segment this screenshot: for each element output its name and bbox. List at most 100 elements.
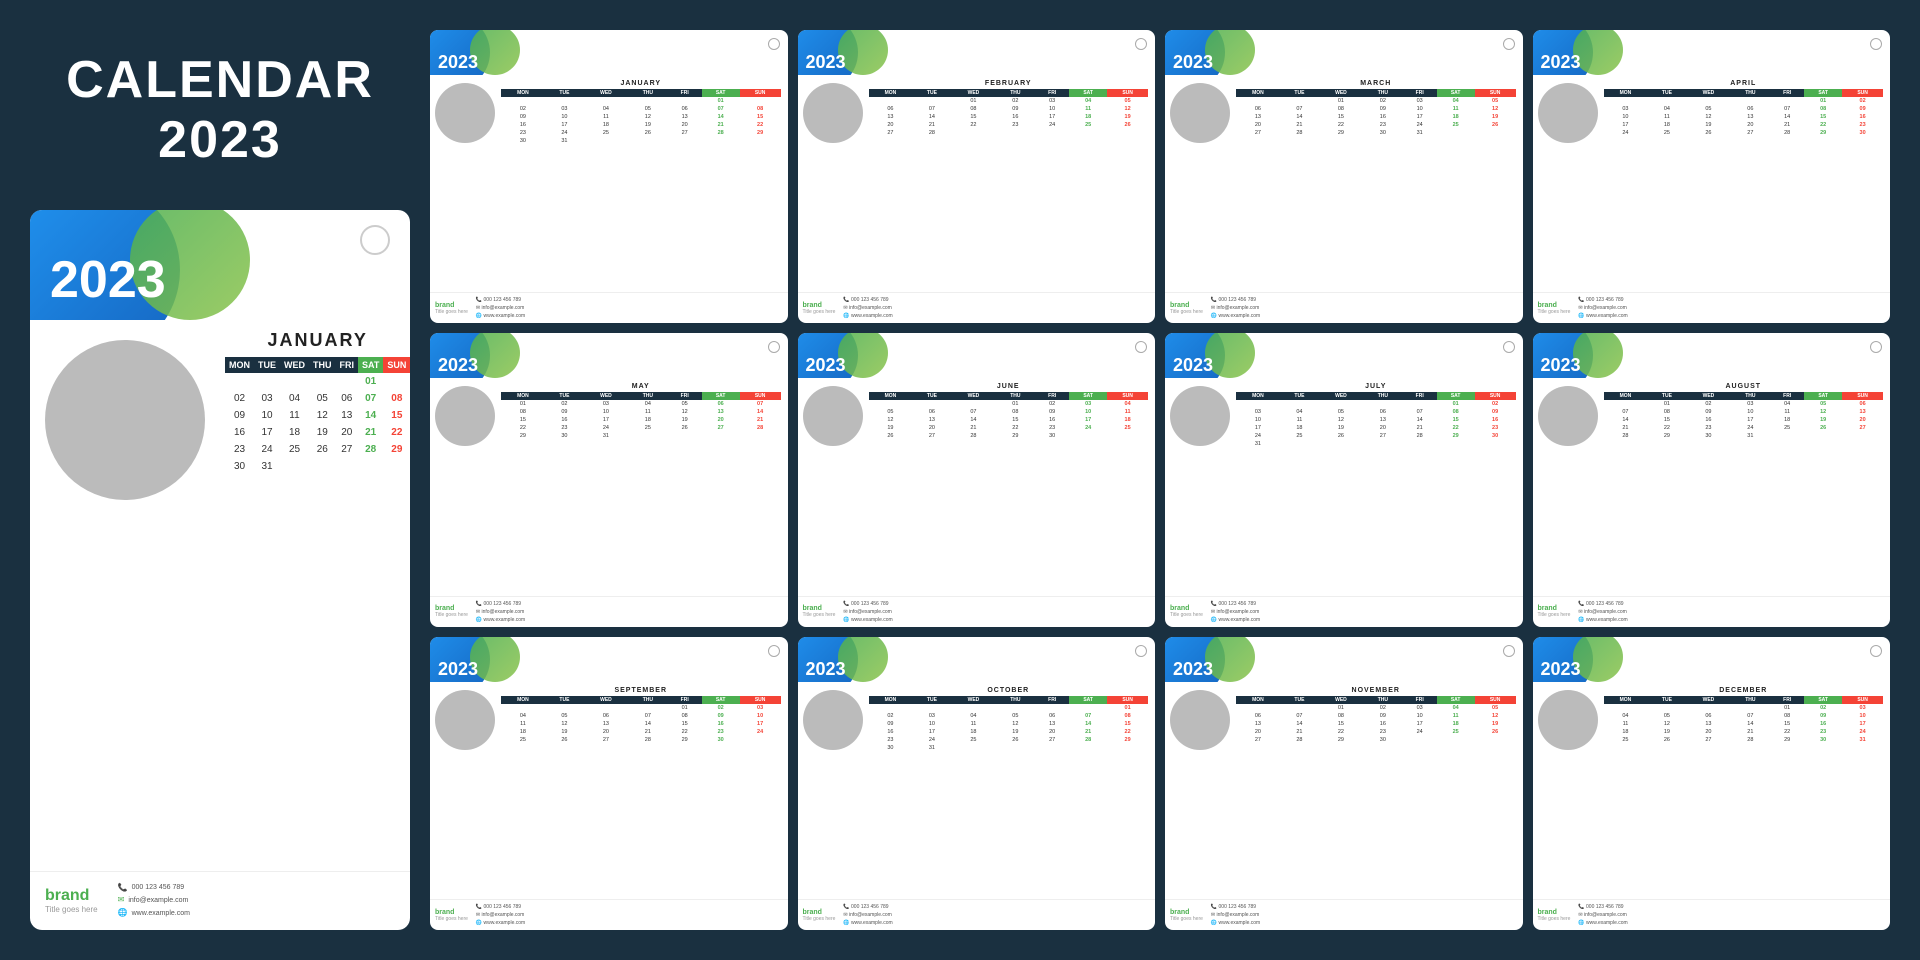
sc-web: 🌐 www.example.com xyxy=(1211,616,1260,624)
sc-brand-name: brand xyxy=(803,909,836,916)
sc-day: 29 xyxy=(1647,432,1686,440)
sc-day: 22 xyxy=(1437,424,1475,432)
sc-day: 10 xyxy=(1403,712,1437,720)
small-card-september: 2023 SEPTEMBER MON TUE WED THU xyxy=(430,637,788,930)
sc-day: 05 xyxy=(1319,408,1363,416)
calendar-day: 12 xyxy=(309,407,336,424)
sc-sat: SAT xyxy=(702,696,740,704)
sc-day: 27 xyxy=(1035,736,1069,744)
calendar-day xyxy=(309,458,336,475)
sc-day: 24 xyxy=(1604,129,1648,137)
year-label: 2023 xyxy=(50,250,166,310)
calendar-day: 10 xyxy=(254,407,280,424)
sc-day: 25 xyxy=(1437,728,1475,736)
sc-day: 29 xyxy=(501,432,545,440)
calendar-table: MON TUE WED THU FRI SAT SUN 010203040506… xyxy=(225,357,410,475)
sc-email: ✉ info@example.com xyxy=(1211,304,1260,312)
sc-day: 23 xyxy=(545,424,584,432)
sc-day: 09 xyxy=(1842,105,1883,113)
sc-sun: SUN xyxy=(740,89,781,97)
sc-day: 27 xyxy=(584,736,628,744)
sc-day: 24 xyxy=(1842,728,1883,736)
calendar-day: 27 xyxy=(336,441,359,458)
sc-day: 20 xyxy=(1687,728,1731,736)
sc-footer: brand Title goes here 📞 000 123 456 789 … xyxy=(430,292,788,323)
sc-day: 30 xyxy=(702,736,740,744)
sc-day: 16 xyxy=(869,728,913,736)
calendar-day: 07 xyxy=(358,390,383,407)
sc-day xyxy=(1107,129,1148,137)
sc-photo-area xyxy=(1170,83,1230,143)
calendar-day: 30 xyxy=(225,458,254,475)
sc-day: 24 xyxy=(1403,121,1437,129)
sc-email: ✉ info@example.com xyxy=(843,608,892,616)
sc-day: 11 xyxy=(501,720,545,728)
sc-day: 03 xyxy=(1604,105,1648,113)
sc-day xyxy=(869,704,913,712)
sc-day: 01 xyxy=(1647,400,1686,408)
sc-day: 04 xyxy=(1107,400,1148,408)
sc-day: 25 xyxy=(1280,432,1319,440)
sc-day xyxy=(1604,704,1648,712)
sc-day: 12 xyxy=(1647,720,1686,728)
sc-day: 05 xyxy=(1475,97,1516,105)
sc-day: 25 xyxy=(1604,736,1648,744)
sc-top: 2023 xyxy=(1165,333,1523,378)
sc-top: 2023 xyxy=(798,30,1156,75)
sc-day: 04 xyxy=(628,400,668,408)
sc-day xyxy=(1604,97,1648,105)
sc-day: 22 xyxy=(952,121,996,129)
sc-tue: TUE xyxy=(912,696,951,704)
calendar-day: 03 xyxy=(254,390,280,407)
sc-day xyxy=(1069,432,1107,440)
sc-day: 15 xyxy=(995,416,1035,424)
sc-table: MON TUE WED THU FRI SAT SUN 010203040506… xyxy=(501,89,781,145)
sc-day xyxy=(1236,400,1280,408)
sc-day: 19 xyxy=(1475,113,1516,121)
sc-day: 02 xyxy=(1842,97,1883,105)
sc-day: 19 xyxy=(1804,416,1842,424)
sc-footer: brand Title goes here 📞 000 123 456 789 … xyxy=(430,596,788,627)
sc-thu: THU xyxy=(1730,696,1770,704)
sc-day: 03 xyxy=(1403,97,1437,105)
sc-day: 17 xyxy=(1035,113,1069,121)
calendar-day: 13 xyxy=(336,407,359,424)
sc-wed: WED xyxy=(952,392,996,400)
sc-day: 27 xyxy=(912,432,951,440)
sc-day: 25 xyxy=(1069,121,1107,129)
sc-day: 03 xyxy=(1236,408,1280,416)
sc-web: 🌐 www.example.com xyxy=(843,312,892,320)
sc-brand-block: brand Title goes here xyxy=(435,302,468,315)
sc-footer: brand Title goes here 📞 000 123 456 789 … xyxy=(1165,899,1523,930)
sc-day: 23 xyxy=(1804,728,1842,736)
sc-day: 21 xyxy=(740,416,781,424)
sc-day: 27 xyxy=(1236,736,1280,744)
sc-day: 14 xyxy=(628,720,668,728)
sc-day xyxy=(584,704,628,712)
sc-day: 09 xyxy=(1035,408,1069,416)
small-card-december: 2023 DECEMBER MON TUE WED THU xyxy=(1533,637,1891,930)
sc-day: 30 xyxy=(1804,736,1842,744)
sc-wed: WED xyxy=(584,696,628,704)
sc-day: 09 xyxy=(702,712,740,720)
sc-day xyxy=(952,744,996,752)
sc-day: 31 xyxy=(1403,129,1437,137)
sc-day: 11 xyxy=(1280,416,1319,424)
header-fri: FRI xyxy=(336,357,359,373)
sc-day: 23 xyxy=(1035,424,1069,432)
sc-fri: FRI xyxy=(1770,696,1804,704)
sc-sun: SUN xyxy=(1475,392,1516,400)
sc-brand-block: brand Title goes here xyxy=(1538,302,1571,315)
sc-day: 30 xyxy=(501,137,545,145)
calendar-day: 29 xyxy=(383,441,410,458)
sc-footer: brand Title goes here 📞 000 123 456 789 … xyxy=(798,292,1156,323)
sc-day: 31 xyxy=(584,432,628,440)
sc-day: 26 xyxy=(1687,129,1731,137)
sc-day: 19 xyxy=(995,728,1035,736)
sc-day: 26 xyxy=(545,736,584,744)
sc-day: 04 xyxy=(584,105,628,113)
sc-day: 27 xyxy=(668,129,702,137)
sc-day: 08 xyxy=(1319,712,1363,720)
sc-day xyxy=(702,432,740,440)
sc-month-title: JUNE xyxy=(869,383,1149,390)
